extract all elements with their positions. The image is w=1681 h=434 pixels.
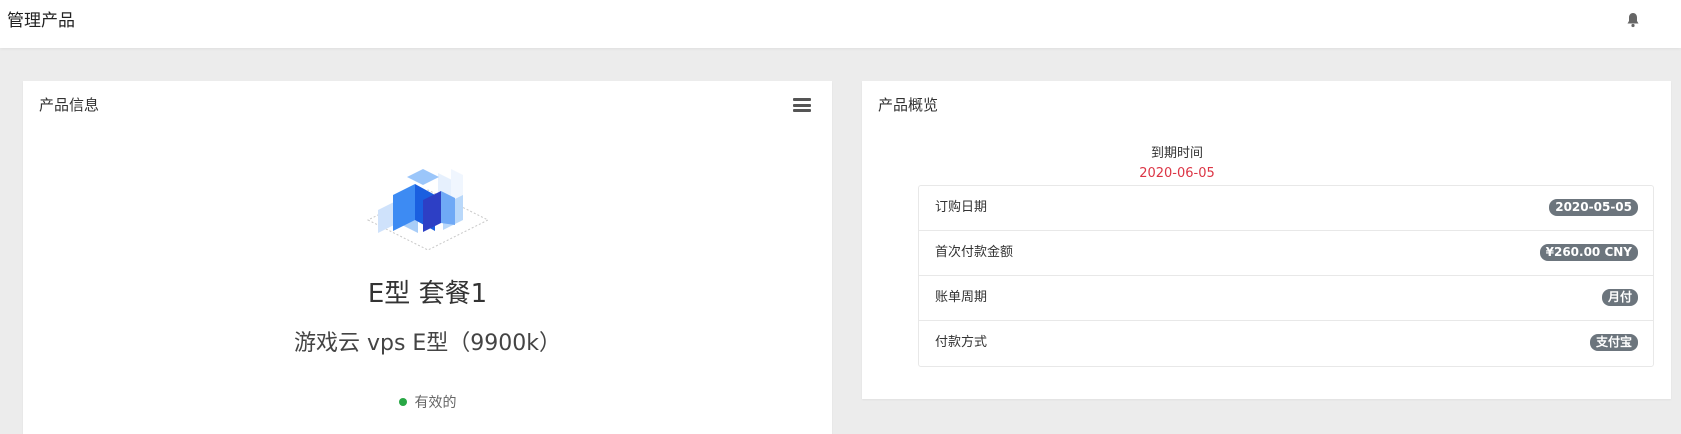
product-name: 游戏云 vps E型（9900k） [293,331,562,356]
expiry-value: 2020-06-05 [1139,166,1215,181]
status-dot-icon [398,398,407,406]
list-item-label: 订购日期 [935,200,988,215]
status-indicator: 有效的 [23,393,832,413]
list-item-badge: 支付宝 [1589,334,1638,351]
list-item-label: 账单周期 [935,290,988,305]
top-header: 管理产品 [0,0,1681,48]
status-text: 有效的 [414,395,457,411]
plan-name: E型 套餐1 [367,279,488,309]
product-info-title: 产品信息 [39,96,100,114]
cloud-cube-logo [366,169,490,251]
product-overview-panel: 产品概览 到期时间 2020-06-05 订购日期 2020-05-05 首次付… [862,81,1671,399]
list-item-badge: 2020-05-05 [1549,199,1638,216]
list-item-order-date: 订购日期 2020-05-05 [919,186,1653,231]
expiry-label: 到期时间 [1150,146,1203,161]
list-item-billing-cycle: 账单周期 月付 [919,276,1653,321]
list-item-payment-method: 付款方式 支付宝 [919,321,1653,366]
bell-icon[interactable] [1626,12,1640,28]
overview-list: 订购日期 2020-05-05 首次付款金额 ¥260.00 CNY 账单周期 … [918,185,1654,367]
list-item-badge: 月付 [1601,289,1638,306]
hamburger-menu-icon[interactable] [793,98,811,112]
list-item-label: 付款方式 [935,335,988,350]
list-item-first-payment: 首次付款金额 ¥260.00 CNY [919,231,1653,276]
page-title: 管理产品 [7,11,75,31]
list-item-badge: ¥260.00 CNY [1539,244,1638,261]
product-info-panel: 产品信息 E型 套餐1 游戏云 vps E型（9900k） 有效的 [23,81,832,434]
product-overview-title: 产品概览 [878,96,939,114]
list-item-label: 首次付款金额 [935,245,1014,260]
